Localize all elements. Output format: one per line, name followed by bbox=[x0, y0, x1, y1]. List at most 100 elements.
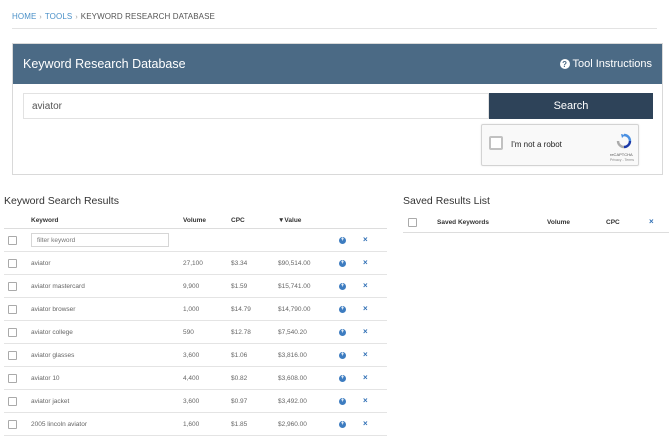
cpc-cell: $1.59 bbox=[231, 274, 278, 298]
table-row: aviator glasses 3,600 $1.06 $3,816.00 + … bbox=[4, 343, 387, 367]
recaptcha-terms[interactable]: Privacy - Terms bbox=[610, 158, 634, 162]
plus-circle-icon[interactable]: + bbox=[339, 421, 346, 428]
recaptcha-logo-icon bbox=[616, 133, 632, 149]
plus-circle-icon[interactable]: + bbox=[339, 283, 346, 290]
close-icon[interactable]: × bbox=[363, 304, 368, 313]
table-row: 2005 lincoln aviator 1,600 $1.85 $2,960.… bbox=[4, 412, 387, 436]
recaptcha-checkbox[interactable] bbox=[489, 136, 503, 150]
value-cell: $3,816.00 bbox=[278, 343, 339, 367]
cpc-cell: $3.34 bbox=[231, 251, 278, 275]
search-panel: Keyword Research Database ? Tool Instruc… bbox=[12, 43, 663, 175]
row-checkbox[interactable] bbox=[8, 258, 17, 268]
row-checkbox[interactable] bbox=[8, 419, 17, 429]
breadcrumb-current: KEYWORD RESEARCH DATABASE bbox=[80, 12, 215, 21]
volume-column-header[interactable]: Volume bbox=[183, 212, 231, 229]
value-cell: $3,608.00 bbox=[278, 366, 339, 390]
cpc-cell: $0.97 bbox=[231, 389, 278, 413]
close-icon[interactable]: × bbox=[363, 350, 368, 359]
breadcrumb-separator: › bbox=[39, 14, 42, 21]
table-row: aviator browser 1,000 $14.79 $14,790.00 … bbox=[4, 297, 387, 321]
volume-cell: 3,600 bbox=[183, 343, 231, 367]
question-circle-icon: ? bbox=[559, 59, 570, 69]
filter-row: + × bbox=[4, 228, 387, 252]
volume-cell: 9,900 bbox=[183, 274, 231, 298]
volume-cell: 1,000 bbox=[183, 297, 231, 321]
plus-circle-icon[interactable]: + bbox=[339, 375, 346, 382]
keyword-cell: 2005 lincoln aviator bbox=[31, 412, 183, 436]
row-checkbox[interactable] bbox=[8, 396, 17, 406]
table-header-row: Keyword Volume CPC ▼Value bbox=[4, 212, 387, 229]
select-all-checkbox[interactable] bbox=[8, 235, 17, 245]
value-cell: $15,741.00 bbox=[278, 274, 339, 298]
breadcrumb-separator: › bbox=[75, 14, 78, 21]
keyword-cell: aviator mastercard bbox=[31, 274, 183, 298]
volume-cell: 3,600 bbox=[183, 389, 231, 413]
close-icon[interactable]: × bbox=[363, 419, 368, 428]
keyword-column-header[interactable]: Keyword bbox=[31, 212, 183, 229]
recaptcha-widget: I'm not a robot reCAPTCHA Privacy - Term… bbox=[481, 124, 639, 166]
divider bbox=[12, 28, 657, 29]
keyword-cell: aviator browser bbox=[31, 297, 183, 321]
keyword-results-table: Keyword Volume CPC ▼Value + × aviator 27… bbox=[4, 212, 387, 436]
row-checkbox[interactable] bbox=[8, 281, 17, 291]
volume-cell: 4,400 bbox=[183, 366, 231, 390]
close-icon[interactable]: × bbox=[363, 235, 368, 244]
tool-instructions-label: Tool Instructions bbox=[572, 58, 652, 70]
keyword-cell: aviator college bbox=[31, 320, 183, 344]
close-icon[interactable]: × bbox=[363, 281, 368, 290]
saved-select-all-checkbox[interactable] bbox=[408, 217, 417, 227]
close-icon[interactable]: × bbox=[363, 258, 368, 267]
row-checkbox[interactable] bbox=[8, 304, 17, 314]
plus-circle-icon[interactable]: + bbox=[339, 352, 346, 359]
select-column-header bbox=[4, 212, 31, 229]
close-icon[interactable]: × bbox=[363, 327, 368, 336]
results-title: Keyword Search Results bbox=[4, 195, 119, 207]
close-icon[interactable]: × bbox=[363, 373, 368, 382]
row-checkbox[interactable] bbox=[8, 350, 17, 360]
breadcrumb-home[interactable]: HOME bbox=[12, 12, 36, 21]
search-input[interactable] bbox=[23, 93, 489, 119]
keyword-cell: aviator glasses bbox=[31, 343, 183, 367]
value-cell: $14,790.00 bbox=[278, 297, 339, 321]
value-cell: $7,540.20 bbox=[278, 320, 339, 344]
breadcrumb-tools[interactable]: TOOLS bbox=[45, 12, 72, 21]
filter-keyword-input[interactable] bbox=[31, 233, 169, 247]
plus-circle-icon[interactable]: + bbox=[339, 237, 346, 244]
recaptcha-brand: reCAPTCHA bbox=[610, 152, 633, 157]
saved-volume-column-header: Volume bbox=[547, 212, 606, 233]
keyword-cell: aviator jacket bbox=[31, 389, 183, 413]
add-column-header bbox=[339, 212, 363, 229]
recaptcha-label: I'm not a robot bbox=[511, 140, 562, 149]
cpc-cell: $0.82 bbox=[231, 366, 278, 390]
breadcrumb: HOME › TOOLS › KEYWORD RESEARCH DATABASE bbox=[12, 12, 215, 21]
saved-keywords-column-header: Saved Keywords bbox=[437, 212, 547, 233]
tool-instructions-link[interactable]: ? Tool Instructions bbox=[559, 58, 652, 70]
keyword-cell: aviator bbox=[31, 251, 183, 275]
value-cell: $3,492.00 bbox=[278, 389, 339, 413]
panel-title: Keyword Research Database bbox=[23, 57, 186, 71]
cpc-cell: $14.79 bbox=[231, 297, 278, 321]
close-icon[interactable]: × bbox=[649, 217, 654, 226]
table-row: aviator mastercard 9,900 $1.59 $15,741.0… bbox=[4, 274, 387, 298]
volume-cell: 590 bbox=[183, 320, 231, 344]
value-cell: $2,960.00 bbox=[278, 412, 339, 436]
row-checkbox[interactable] bbox=[8, 327, 17, 337]
cpc-column-header[interactable]: CPC bbox=[231, 212, 278, 229]
cpc-cell: $12.78 bbox=[231, 320, 278, 344]
keyword-cell: aviator 10 bbox=[31, 366, 183, 390]
close-icon[interactable]: × bbox=[363, 396, 368, 405]
cpc-cell: $1.85 bbox=[231, 412, 278, 436]
plus-circle-icon[interactable]: + bbox=[339, 260, 346, 267]
panel-header: Keyword Research Database ? Tool Instruc… bbox=[13, 44, 662, 84]
plus-circle-icon[interactable]: + bbox=[339, 329, 346, 336]
search-button[interactable]: Search bbox=[489, 93, 653, 119]
row-checkbox[interactable] bbox=[8, 373, 17, 383]
plus-circle-icon[interactable]: + bbox=[339, 398, 346, 405]
table-row: aviator 27,100 $3.34 $90,514.00 + × bbox=[4, 251, 387, 275]
table-row: aviator college 590 $12.78 $7,540.20 + × bbox=[4, 320, 387, 344]
saved-results-table: Saved Keywords Volume CPC × bbox=[403, 212, 669, 233]
value-column-header[interactable]: ▼Value bbox=[278, 212, 339, 229]
plus-circle-icon[interactable]: + bbox=[339, 306, 346, 313]
remove-column-header bbox=[363, 212, 387, 229]
saved-header-row: Saved Keywords Volume CPC × bbox=[403, 212, 669, 233]
